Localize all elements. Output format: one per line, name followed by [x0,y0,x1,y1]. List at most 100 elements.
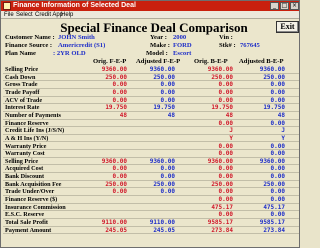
table-cell [131,211,175,218]
plan-value: : 2YR OLD [53,50,86,57]
menu-file[interactable]: File [4,11,14,19]
table-cell: 9360.00 [149,66,175,73]
table-cell [131,150,175,157]
table-row: A & H Ins (Y/N) Y Y [3,135,299,143]
table-cell: 0.00 [218,81,233,89]
row-label: Cash Down [5,73,36,81]
table-cell: 0.00 [112,188,127,196]
table-cell: 9360.00 [101,157,127,165]
table-cell: 0.00 [218,196,233,204]
customer-label: Customer Name : [5,34,55,41]
table-cell [85,150,127,157]
table-cell: 0.00 [270,188,285,196]
table-cell: 245.05 [105,226,127,234]
row-label: Bank Discount [5,173,45,181]
table-cell: J [229,127,233,135]
exit-button[interactable]: Exit [276,21,299,33]
table-cell: 0.00 [112,96,127,104]
table-row: Total Sale Profit 9110.00 9110.00 9585.17 95… [3,219,299,227]
table-row: Finance Reserve ($) 0.00 0.00 [3,196,299,204]
table-row: Selling Price 9360.00 9360.00 9360.00 9360.0… [3,158,299,166]
row-label: E.S.C. Reserve [5,211,45,219]
table-row: Warranty Price 0.00 0.00 [3,143,299,151]
table-cell: 0.00 [112,165,127,173]
row-label: Finance Reserve ($) [5,196,58,204]
table-cell [131,127,175,134]
table-cell: 250.00 [211,73,233,81]
table-cell: J [281,127,285,135]
row-label: Bank Acquisition Fee [5,180,62,188]
table-cell: 0.00 [160,165,175,173]
make-label: Make : [150,42,170,49]
table-cell: 273.84 [263,226,285,234]
table-cell [85,196,127,203]
table-cell: 9110.00 [149,219,175,226]
table-row: Bank Acquisition Fee 250.00 250.00 250.00 25… [3,181,299,189]
table-cell: 0.00 [218,188,233,196]
table-cell: 0.00 [112,81,127,89]
table-cell: 0.00 [160,173,175,181]
table-cell: 9585.17 [259,219,285,226]
title-bar[interactable]: Finance Information of Selected Deal _ □… [1,1,299,11]
table-cell [131,120,175,127]
table-cell: 0.00 [270,142,285,150]
table-cell: 19.750 [153,104,175,112]
table-row: Interest Rate 19.750 19.750 19.750 19.750 [3,104,299,112]
table-row: Payment Amount 245.05 245.05 273.84 273.84 [3,227,299,235]
menu-credit-app[interactable]: Credit App [35,11,63,19]
table-cell: 0.00 [270,88,285,96]
table-cell: 0.00 [218,165,233,173]
table-row: E.S.C. Reserve 0.00 0.00 [3,211,299,219]
table-cell [131,143,175,150]
table-cell [131,196,175,203]
table-row: Warranty Cost 0.00 0.00 [3,150,299,158]
row-label: Warranty Price [5,142,47,150]
table-cell: 475.17 [263,203,285,211]
page-title: Special Finance Deal Comparison [60,20,248,35]
app-icon [3,2,11,10]
table-cell: 250.00 [105,73,127,81]
table-row: Number of Payments 48 48 48 48 [3,112,299,120]
column-header-orig-fep: Orig. F-E-P [93,58,127,65]
table-cell [85,120,127,127]
row-label: Insurance Commission [5,203,66,211]
table-cell: 250.00 [105,180,127,188]
menu-bar: File Select Credit App Help [1,11,299,19]
close-button[interactable]: × [290,2,299,10]
maximize-button[interactable]: □ [280,2,289,10]
table-cell: 9360.00 [259,157,285,165]
table-row: Acquired Cost 0.00 0.00 0.00 0.00 [3,165,299,174]
row-label: Acquired Cost [5,165,44,173]
stock-value: 767645 [240,42,260,49]
row-label: ACV of Trade [5,96,43,104]
table-cell: 0.00 [160,188,175,196]
finance-window: Finance Information of Selected Deal _ □… [0,0,300,248]
menu-help[interactable]: Help [61,11,73,19]
minimize-button[interactable]: _ [270,2,279,10]
table-cell: 48 [167,111,175,119]
table-cell: 0.00 [112,88,127,96]
table-cell: 250.00 [153,180,175,188]
table-cell: 0.00 [112,173,127,181]
table-cell: 9360.00 [149,157,175,165]
table-cell: 273.84 [211,226,233,234]
table-cell: 19.750 [211,104,233,112]
table-cell: 9360.00 [207,66,233,73]
table-cell: 48 [119,111,127,119]
column-header-adjusted-fep: Adjusted F-E-P [136,58,181,65]
row-label: Interest Rate [5,104,40,112]
table-cell: 9110.00 [101,219,127,226]
table-cell: 245.05 [153,226,175,234]
table-cell: 250.00 [211,180,233,188]
column-header-orig-bep: Orig. B-E-P [194,58,228,65]
row-label: Selling Price [5,66,39,73]
table-cell: 0.00 [218,96,233,104]
table-cell: 0.00 [218,150,233,158]
row-label: Credit Life Ins (J/S/N) [5,127,65,135]
menu-select[interactable]: Select [16,11,33,19]
table-cell [85,143,127,150]
table-row: Selling Price 9360.00 9360.00 9360.00 9360.0… [3,66,299,74]
table-cell: 0.00 [218,142,233,150]
row-label: Trade Under/Over [5,188,55,196]
row-label: Payment Amount [5,226,52,234]
